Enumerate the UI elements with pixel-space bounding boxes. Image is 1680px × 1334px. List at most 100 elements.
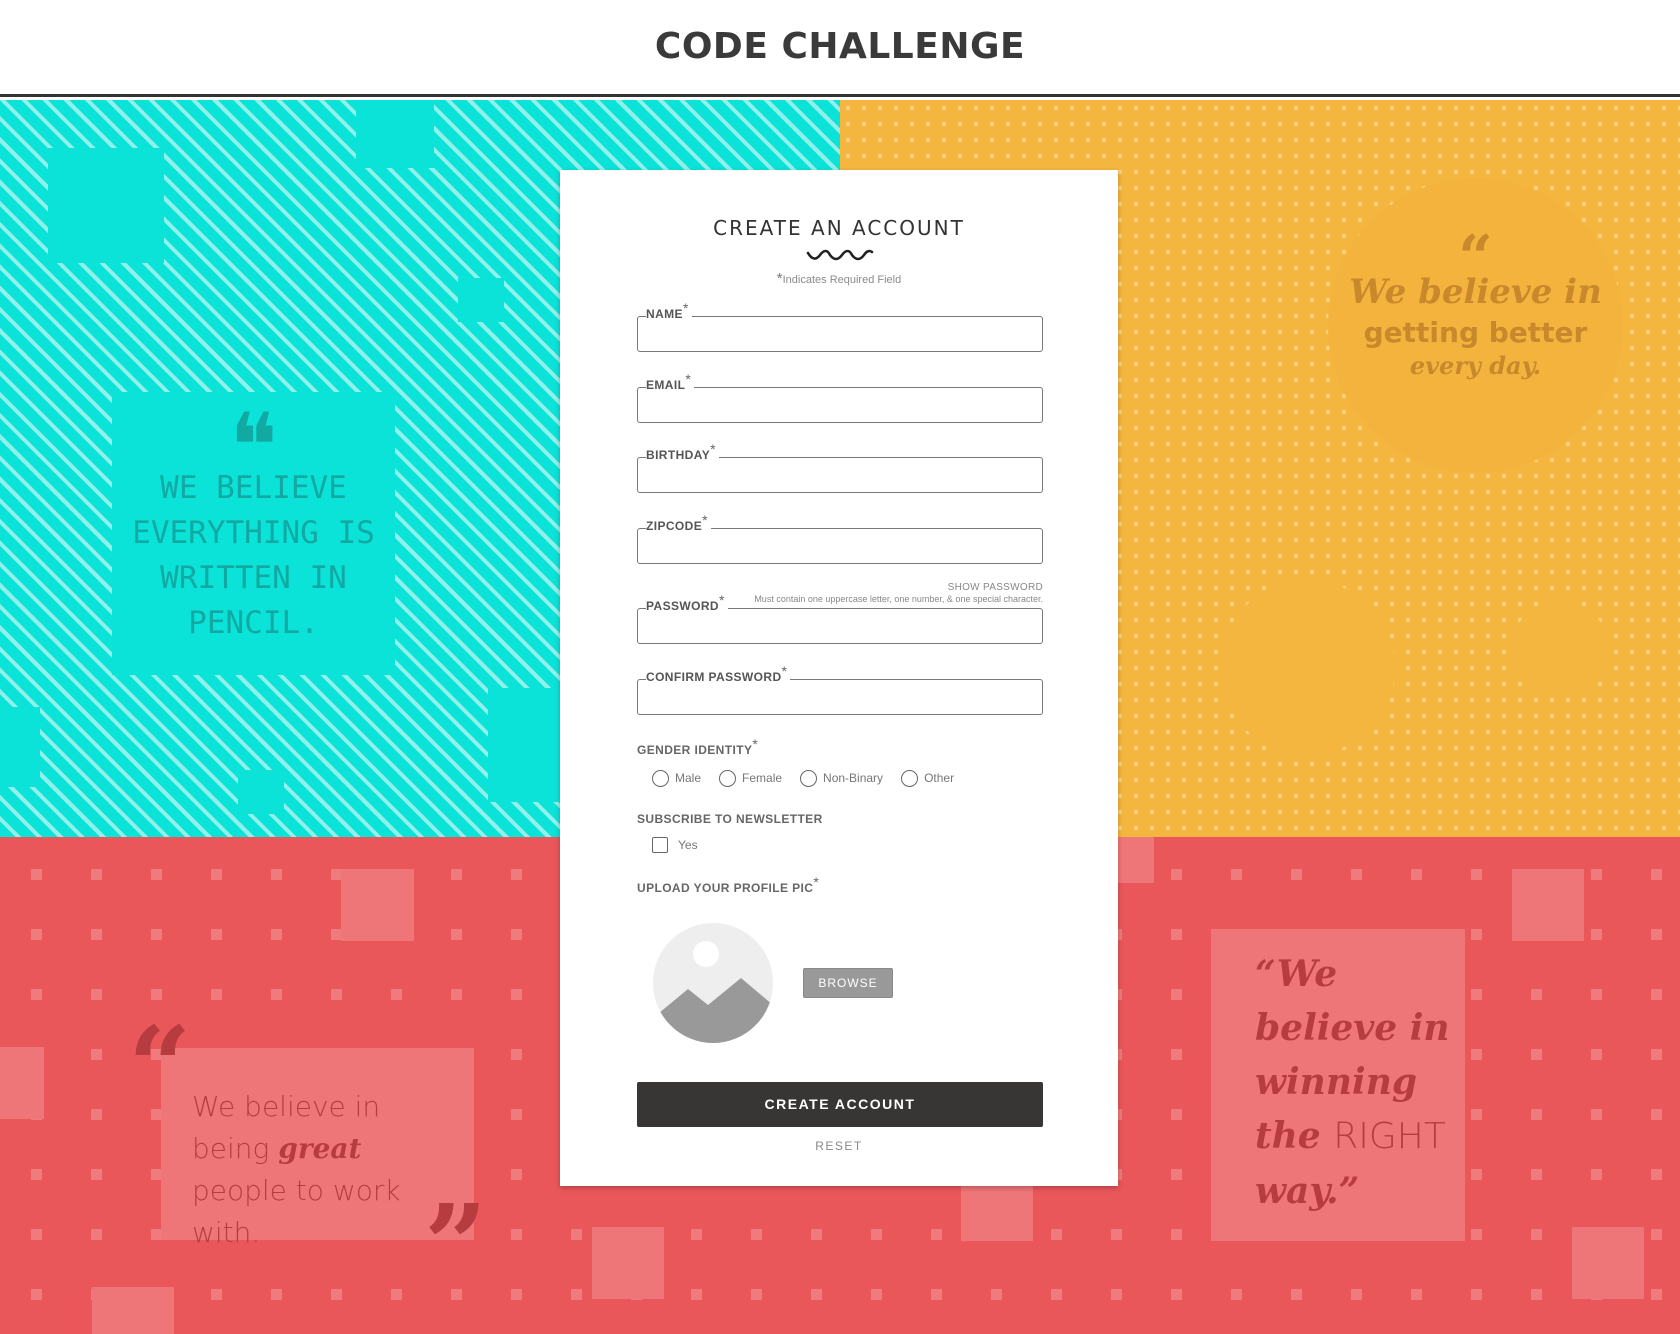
reset-button[interactable]: RESET [560, 1139, 1118, 1153]
pattern-dot [331, 989, 342, 1000]
pattern-dot [931, 1289, 942, 1300]
red-quote-text: We believe in being great people to work… [192, 1090, 401, 1249]
name-label: NAME* [646, 301, 692, 321]
pattern-dot [1471, 869, 1482, 880]
radio-icon[interactable] [901, 769, 919, 787]
pattern-dot [1651, 1229, 1662, 1240]
pattern-dot [391, 989, 402, 1000]
pattern-dot [1591, 1109, 1602, 1120]
pattern-dot [571, 1289, 582, 1300]
quote-mark-icon: “ [1458, 223, 1493, 293]
pattern-dot [31, 929, 42, 940]
gender-radio-group: Male Female Non-Binary Other [652, 768, 972, 788]
squiggle-icon [806, 249, 874, 261]
pattern-dot [1531, 1109, 1542, 1120]
pattern-dot [511, 1229, 522, 1240]
confirm-password-field[interactable] [637, 679, 1043, 715]
pattern-dot [1471, 929, 1482, 940]
pattern-dot [1651, 1289, 1662, 1300]
pattern-dot [1471, 1169, 1482, 1180]
pink-block [0, 1047, 44, 1119]
pattern-dot [31, 869, 42, 880]
pattern-dot [1651, 1049, 1662, 1060]
pattern-dot [1531, 1289, 1542, 1300]
yellow-quote-line: We believe in [1349, 272, 1602, 312]
pattern-dot [931, 1229, 942, 1240]
pattern-dot [1171, 929, 1182, 940]
pink-block [1512, 869, 1584, 941]
name-field[interactable] [637, 316, 1043, 352]
pattern-dot [811, 1229, 822, 1240]
create-account-button[interactable]: CREATE ACCOUNT [637, 1082, 1043, 1127]
gender-radio-other[interactable]: Other [901, 769, 954, 787]
pattern-dot [1471, 1289, 1482, 1300]
pattern-dot [1591, 869, 1602, 880]
pattern-dot [1171, 869, 1182, 880]
pattern-dot [1471, 1229, 1482, 1240]
teal-block [356, 100, 434, 168]
pattern-dot [451, 989, 462, 1000]
pattern-dot [511, 869, 522, 880]
pattern-dot [1111, 1289, 1122, 1300]
pattern-dot [31, 989, 42, 1000]
pattern-dot [31, 1169, 42, 1180]
zipcode-field[interactable] [637, 528, 1043, 564]
upload-label: UPLOAD YOUR PROFILE PIC* [637, 874, 820, 895]
email-field[interactable] [637, 387, 1043, 423]
form-title: CREATE AN ACCOUNT [713, 216, 965, 240]
red-quote-text: “We believe in winning the RIGHT way.” [1255, 953, 1450, 1212]
birthday-field[interactable] [637, 457, 1043, 493]
gender-radio-non-binary[interactable]: Non-Binary [800, 769, 883, 787]
pattern-dot [1531, 1049, 1542, 1060]
radio-icon[interactable] [719, 769, 737, 787]
pattern-dot [811, 1289, 822, 1300]
pattern-dot [991, 1289, 1002, 1300]
pattern-dot [31, 1229, 42, 1240]
pattern-dot [1591, 1049, 1602, 1060]
pattern-dot [511, 1289, 522, 1300]
confirm-password-label: CONFIRM PASSWORD* [646, 664, 791, 684]
pattern-dot [1291, 869, 1302, 880]
pattern-dot [571, 1229, 582, 1240]
pattern-dot [1351, 869, 1362, 880]
show-password-link[interactable]: SHOW PASSWORD [948, 582, 1043, 593]
close-quote-icon: ” [424, 1180, 488, 1309]
pattern-dot [151, 929, 162, 940]
pattern-dot [91, 1049, 102, 1060]
checkbox-icon[interactable] [652, 837, 668, 853]
pattern-dot [91, 1109, 102, 1120]
pattern-dot [511, 1049, 522, 1060]
required-note: *Indicates Required Field [776, 270, 902, 287]
teal-block [458, 278, 504, 322]
pattern-dot [1471, 1049, 1482, 1060]
pattern-dot [31, 1289, 42, 1300]
pink-block [1572, 1227, 1644, 1299]
pink-block [341, 869, 414, 941]
gender-radio-female[interactable]: Female [719, 769, 782, 787]
birthday-label: BIRTHDAY* [646, 442, 719, 462]
pattern-dot [1591, 929, 1602, 940]
gender-radio-male[interactable]: Male [652, 769, 701, 787]
pattern-dot [211, 929, 222, 940]
signup-form-card: CREATE AN ACCOUNT *Indicates Required Fi… [560, 170, 1118, 1186]
pattern-dot [451, 869, 462, 880]
teal-block [0, 707, 40, 787]
radio-icon[interactable] [652, 769, 669, 787]
pattern-dot [271, 989, 282, 1000]
password-hint: Must contain one uppercase letter, one n… [754, 594, 1043, 604]
profile-pic-placeholder-icon [653, 923, 773, 1043]
pattern-dot [1171, 1229, 1182, 1240]
radio-icon[interactable] [800, 769, 818, 787]
pattern-dot [1651, 1169, 1662, 1180]
quote-mark-icon: ❝ [229, 402, 278, 460]
pattern-dot [511, 1169, 522, 1180]
pattern-dot [511, 929, 522, 940]
password-field[interactable] [637, 608, 1043, 644]
pattern-dot [751, 1229, 762, 1240]
teal-block [238, 770, 284, 814]
browse-button[interactable]: BROWSE [803, 968, 893, 998]
pattern-dot [211, 989, 222, 1000]
pattern-dot [211, 869, 222, 880]
newsletter-checkbox-row[interactable]: Yes [652, 837, 698, 853]
page-header: CODE CHALLENGE [0, 0, 1680, 97]
